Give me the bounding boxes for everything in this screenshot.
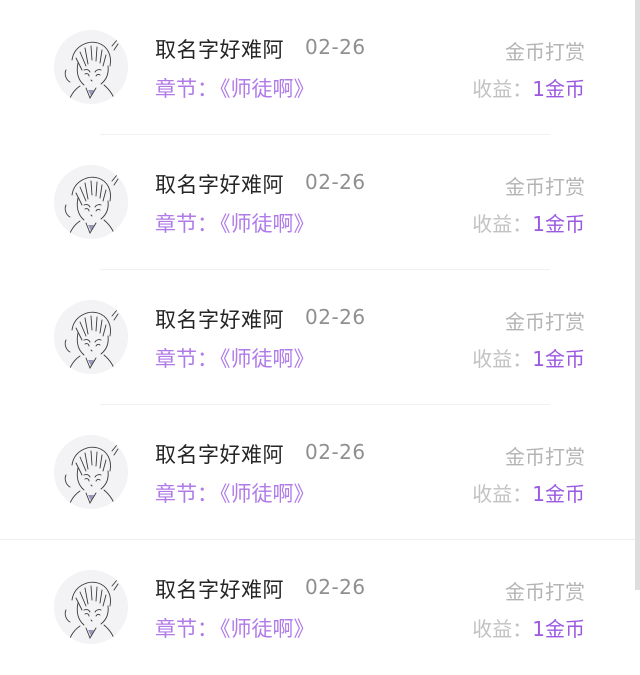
earning-info: 收益：1金币 [472, 208, 585, 237]
chapter-label: 章节： [155, 77, 218, 101]
chapter-info: 章节：《师徒啊》 [155, 73, 315, 103]
list-item[interactable]: 取名字好难阿 02-26 金币打赏 章节：《师徒啊》 收益：1金币 [0, 405, 640, 540]
user-name: 取名字好难阿 [155, 38, 284, 62]
list-item[interactable]: 取名字好难阿 02-26 金币打赏 章节：《师徒啊》 收益：1金币 [0, 540, 640, 675]
reward-record-list: 取名字好难阿 02-26 金币打赏 章节：《师徒啊》 收益：1金币 取名字好难阿… [0, 0, 640, 675]
earning-label: 收益： [472, 482, 533, 506]
user-name: 取名字好难阿 [155, 173, 284, 197]
user-name: 取名字好难阿 [155, 443, 284, 467]
chapter-title: 《师徒啊》 [220, 617, 315, 641]
list-item[interactable]: 取名字好难阿 02-26 金币打赏 章节：《师徒啊》 收益：1金币 [0, 270, 640, 405]
record-date: 02-26 [305, 575, 366, 599]
earning-label: 收益： [472, 617, 533, 641]
record-date: 02-26 [305, 170, 366, 194]
reward-type: 金币打赏 [505, 175, 585, 199]
avatar[interactable] [54, 30, 128, 104]
user-name: 取名字好难阿 [155, 578, 284, 602]
scrollbar[interactable] [635, 0, 640, 590]
earning-label: 收益： [472, 77, 533, 101]
chapter-title: 《师徒啊》 [220, 212, 315, 236]
earning-value: 1金币 [532, 347, 585, 371]
avatar[interactable] [54, 165, 128, 239]
earning-info: 收益：1金币 [472, 478, 585, 507]
chapter-info: 章节：《师徒啊》 [155, 343, 315, 373]
chapter-info: 章节：《师徒啊》 [155, 613, 315, 643]
earning-info: 收益：1金币 [472, 343, 585, 372]
list-item[interactable]: 取名字好难阿 02-26 金币打赏 章节：《师徒啊》 收益：1金币 [0, 0, 640, 135]
record-date: 02-26 [305, 440, 366, 464]
chapter-title: 《师徒啊》 [220, 347, 315, 371]
earning-value: 1金币 [532, 617, 585, 641]
chapter-info: 章节：《师徒啊》 [155, 478, 315, 508]
earning-label: 收益： [472, 212, 533, 236]
chapter-label: 章节： [155, 617, 218, 641]
chapter-label: 章节： [155, 212, 218, 236]
chapter-label: 章节： [155, 347, 218, 371]
reward-type: 金币打赏 [505, 40, 585, 64]
chapter-title: 《师徒啊》 [220, 482, 315, 506]
earning-value: 1金币 [532, 482, 585, 506]
record-date: 02-26 [305, 305, 366, 329]
user-name: 取名字好难阿 [155, 308, 284, 332]
earning-value: 1金币 [532, 212, 585, 236]
reward-type: 金币打赏 [505, 445, 585, 469]
earning-label: 收益： [472, 347, 533, 371]
earning-value: 1金币 [532, 77, 585, 101]
chapter-info: 章节：《师徒啊》 [155, 208, 315, 238]
avatar[interactable] [54, 300, 128, 374]
avatar[interactable] [54, 570, 128, 644]
earning-info: 收益：1金币 [472, 613, 585, 642]
record-date: 02-26 [305, 35, 366, 59]
earning-info: 收益：1金币 [472, 73, 585, 102]
reward-type: 金币打赏 [505, 310, 585, 334]
reward-type: 金币打赏 [505, 580, 585, 604]
chapter-title: 《师徒啊》 [220, 77, 315, 101]
chapter-label: 章节： [155, 482, 218, 506]
avatar[interactable] [54, 435, 128, 509]
list-item[interactable]: 取名字好难阿 02-26 金币打赏 章节：《师徒啊》 收益：1金币 [0, 135, 640, 270]
